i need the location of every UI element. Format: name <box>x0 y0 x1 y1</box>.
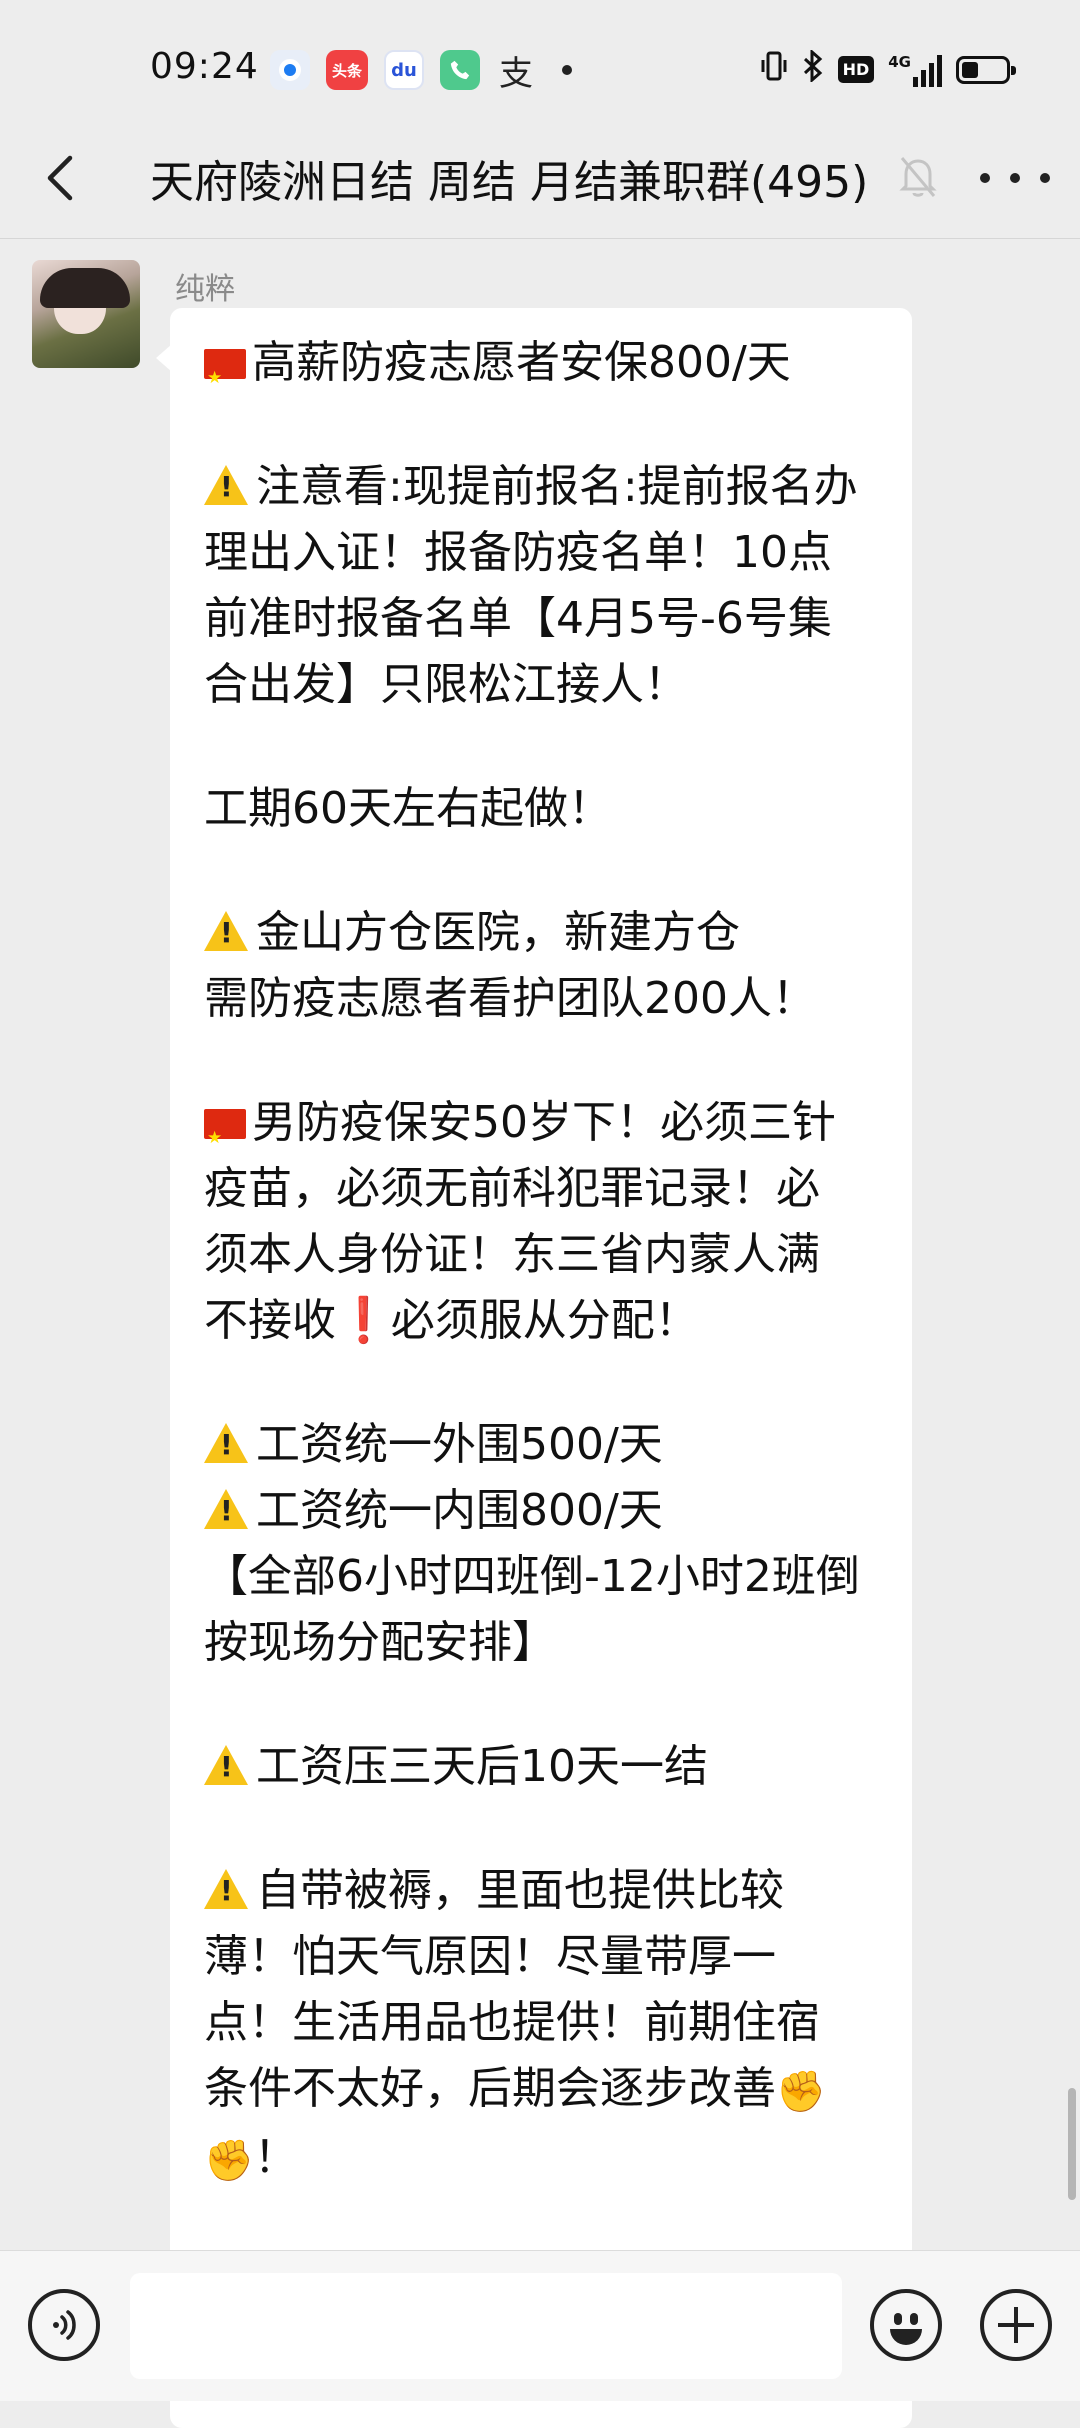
message-line: 需防疫志愿者看护团队200人！ <box>204 973 816 1024</box>
eye <box>894 2313 902 2325</box>
message-line: 【全部6小时四班倒-12小时2班倒 <box>204 1551 860 1602</box>
message-line: 按现场分配安排】 <box>204 1617 556 1668</box>
message-text: 高薪防疫志愿者安保800/天 <box>252 337 791 388</box>
warning-icon <box>204 1745 248 1785</box>
more-notifications-dot <box>562 65 572 75</box>
toutiao-icon: 头条 <box>326 50 368 90</box>
warning-icon <box>204 1489 248 1529</box>
chat-header: 天府陵洲日结 周结 月结兼职群(495) <box>0 120 1080 239</box>
message-line: 不接收❗必须服从分配！ <box>204 1288 884 1354</box>
china-flag-icon <box>204 345 246 411</box>
message-text: ！ <box>253 2132 298 2183</box>
message-line: 前准时报备名单【4月5号-6号集 <box>204 593 832 644</box>
message-line: 条件不太好，后期会逐步改善✊ <box>204 2056 884 2125</box>
mouth <box>890 2329 922 2345</box>
vibrate-icon <box>760 51 788 88</box>
dot-icon <box>1040 173 1050 183</box>
message-line: 自带被褥，里面也提供比较 <box>204 1858 884 1924</box>
system-icons: HD 4G <box>760 48 1016 89</box>
sender-avatar[interactable] <box>32 260 140 368</box>
message-text: 不接收 <box>204 1295 336 1346</box>
voice-input-button[interactable] <box>28 2289 100 2361</box>
sender-name: 纯粹 <box>175 272 235 307</box>
mute-bell-icon <box>898 152 938 202</box>
status-time: 09:24 <box>150 46 259 87</box>
more-actions-button[interactable] <box>980 2289 1052 2361</box>
message-bubble[interactable]: 高薪防疫志愿者安保800/天 注意看:现提前报名:提前报名办 理出入证！报备防疫… <box>156 308 912 2428</box>
phone-icon <box>440 50 480 90</box>
scrollbar-thumb[interactable] <box>1068 2088 1076 2200</box>
message-line: 高薪防疫志愿者安保800/天 <box>204 330 884 411</box>
alipay-icon: 支 <box>499 53 533 94</box>
message-line: ✊！ <box>204 2125 884 2194</box>
red-exclamation-icon: ❗ <box>336 1295 391 1346</box>
battery-icon <box>956 55 1016 84</box>
message-text: 金山方仓医院，新建方仓 <box>256 907 740 958</box>
warning-icon <box>204 911 248 951</box>
warning-icon <box>204 1869 248 1909</box>
message-line: 疫苗，必须无前科犯罪记录！必 <box>204 1163 820 1214</box>
message-line: 理出入证！报备防疫名单！10点 <box>204 527 832 578</box>
signal-icon: 4G <box>888 53 942 87</box>
message-line: 工期60天左右起做！ <box>204 783 612 834</box>
chat-title: 天府陵洲日结 周结 月结兼职群(495) <box>150 157 869 208</box>
message-line: 须本人身份证！东三省内蒙人满 <box>204 1229 820 1280</box>
voice-icon <box>53 2310 76 2340</box>
message-text: 工资统一外围500/天 <box>256 1419 663 1470</box>
emoji-button[interactable] <box>870 2289 942 2361</box>
message-text: 自带被褥，里面也提供比较 <box>256 1865 784 1916</box>
eye <box>910 2313 918 2325</box>
fist-icon: ✊ <box>204 2138 254 2184</box>
hd-icon: HD <box>837 56 875 83</box>
message-text: 工资统一内围800/天 <box>256 1485 663 1536</box>
more-options-button[interactable] <box>980 150 1050 206</box>
message-text: 注意看:现提前报名:提前报名办 <box>256 461 858 512</box>
warning-icon <box>204 1423 248 1463</box>
network-type-label: 4G <box>888 52 911 71</box>
dot-icon <box>980 173 990 183</box>
china-flag-icon <box>204 1105 246 1171</box>
message-line: 工资统一内围800/天 <box>204 1478 884 1544</box>
browser-icon <box>270 50 310 90</box>
warning-icon <box>204 465 248 505</box>
message-line: 工资统一外围500/天 <box>204 1412 884 1478</box>
bluetooth-icon <box>802 48 824 89</box>
dot-icon <box>1010 173 1020 183</box>
message-line: 点！生活用品也提供！前期住宿 <box>204 1997 820 2048</box>
back-button[interactable] <box>30 146 94 210</box>
chevron-left-icon <box>47 155 73 201</box>
message-line: 合出发】只限松江接人！ <box>204 659 688 710</box>
notification-icons: 头条 du 支 <box>270 50 572 94</box>
status-bar: 09:24 头条 du 支 HD 4G <box>0 0 1080 120</box>
message-text: 男防疫保安50岁下！必须三针 <box>252 1097 836 1148</box>
message-text: 条件不太好，后期会逐步改善 <box>204 2063 776 2114</box>
baidu-icon: du <box>384 50 424 90</box>
message-line: 注意看:现提前报名:提前报名办 <box>204 454 884 520</box>
message-text: 工资压三天后10天一结 <box>256 1741 708 1792</box>
fist-icon: ✊ <box>776 2069 826 2115</box>
message-line: 工资压三天后10天一结 <box>204 1734 884 1800</box>
message-input[interactable] <box>130 2273 842 2379</box>
message-text: 必须服从分配！ <box>390 1295 699 1346</box>
message-line: 薄！怕天气原因！尽量带厚一 <box>204 1931 776 1982</box>
message-line: 金山方仓医院，新建方仓 <box>204 900 884 966</box>
message-line: 男防疫保安50岁下！必须三针 <box>204 1090 884 1171</box>
input-bar <box>0 2250 1080 2401</box>
